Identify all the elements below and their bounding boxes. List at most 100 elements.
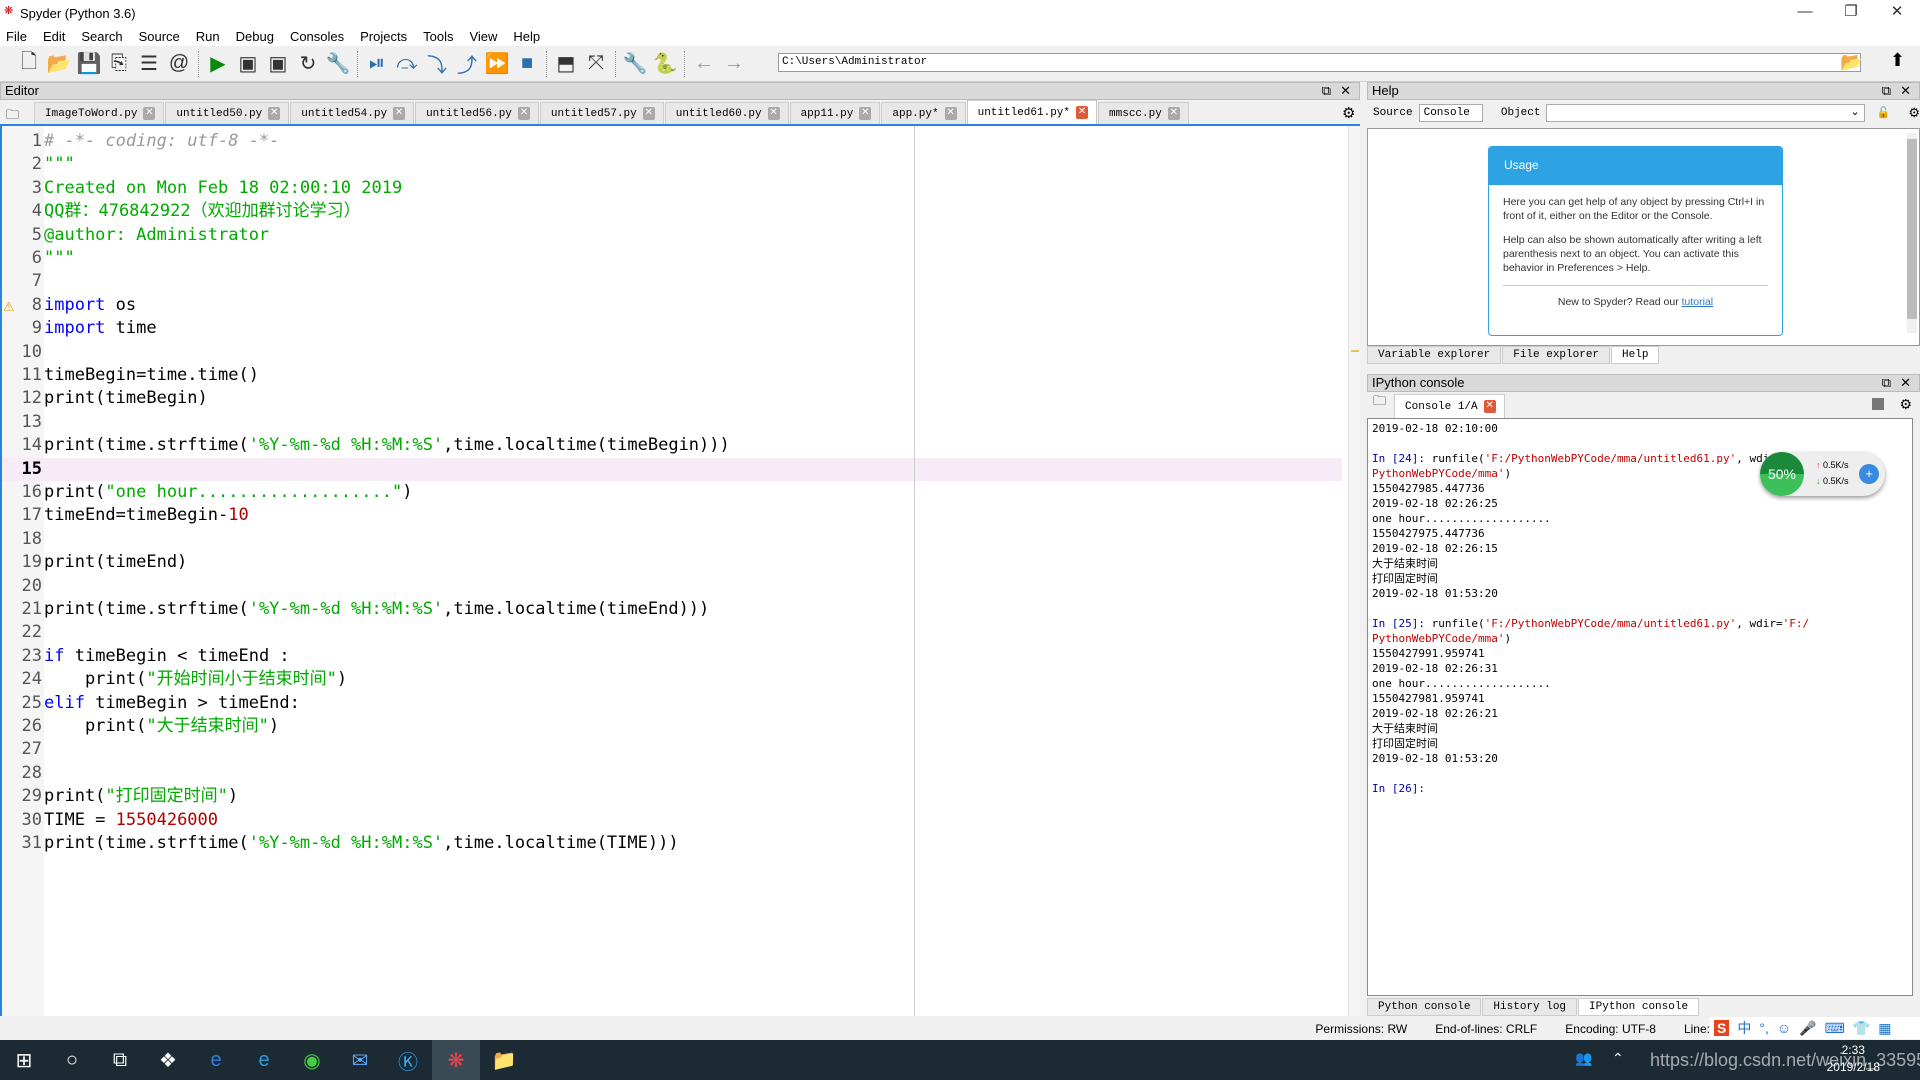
spyder-task-icon[interactable]: ❋ [432, 1040, 480, 1080]
editor-tab[interactable]: untitled50.py ✕ [165, 102, 290, 124]
close-tab-icon[interactable]: ✕ [517, 107, 530, 120]
skin-icon[interactable]: 👕 [1853, 1020, 1870, 1037]
outline-icon[interactable]: ☰ [134, 50, 164, 78]
app-icon[interactable]: ❖ [144, 1040, 192, 1080]
source-select[interactable]: Console ⌄ [1418, 104, 1483, 135]
menu-view[interactable]: View [469, 29, 497, 44]
run-settings-icon[interactable]: 🔧 [323, 50, 353, 78]
close-tab-icon[interactable]: ✕ [859, 107, 872, 120]
editor-tab[interactable]: untitled54.py ✕ [290, 102, 415, 124]
object-input[interactable]: ⌄ [1546, 104, 1865, 122]
help-scrollbar[interactable] [1907, 133, 1917, 333]
close-tab-icon[interactable]: ✕ [944, 107, 957, 120]
punctuation-icon[interactable]: °, [1759, 1020, 1769, 1036]
tab-variable-explorer[interactable]: Variable explorer [1367, 346, 1502, 364]
menu-file[interactable]: File [6, 29, 27, 44]
microphone-icon[interactable]: 🎤 [1799, 1020, 1816, 1037]
menu-edit[interactable]: Edit [43, 29, 65, 44]
run-icon[interactable]: ▶ [203, 50, 233, 78]
editor-tab[interactable]: app.py* ✕ [881, 102, 966, 124]
tab-help[interactable]: Help [1611, 346, 1660, 364]
debug-icon[interactable]: ⏯ [362, 50, 392, 78]
editor-tab[interactable]: untitled60.py ✕ [664, 102, 789, 124]
tab-history-log[interactable]: History log [1482, 998, 1578, 1016]
browse-folder-icon[interactable]: 📂 [1840, 52, 1862, 73]
menu-run[interactable]: Run [196, 29, 220, 44]
people-icon[interactable]: 👥 [1575, 1050, 1592, 1067]
tray-expand-icon[interactable]: ⌃ [1612, 1050, 1624, 1067]
tab-python-console[interactable]: Python console [1367, 998, 1482, 1016]
kugou-icon[interactable]: Ⓚ [384, 1040, 432, 1080]
gear-icon[interactable]: ⚙ [1899, 396, 1912, 413]
close-pane-icon[interactable]: ✕ [1340, 83, 1351, 99]
maximize-pane-icon[interactable]: ⬒ [551, 50, 581, 78]
step-icon[interactable]: ⤼ [392, 50, 422, 78]
menu-tools[interactable]: Tools [423, 29, 453, 44]
close-button[interactable]: ✕ [1874, 0, 1920, 26]
plus-icon[interactable]: + [1859, 464, 1879, 484]
save-icon[interactable]: 💾 [74, 50, 104, 78]
python-path-icon[interactable]: 🐍 [650, 50, 680, 78]
gear-icon[interactable]: ⚙ [1342, 104, 1355, 122]
emoji-icon[interactable]: ☺ [1777, 1020, 1791, 1036]
close-tab-icon[interactable]: ✕ [1483, 400, 1496, 413]
start-button[interactable]: ⊞ [0, 1040, 48, 1080]
editor-tab[interactable]: untitled61.py* ✕ [966, 100, 1098, 124]
run-cell-icon[interactable]: ▣ [233, 50, 263, 78]
menu-search[interactable]: Search [81, 29, 122, 44]
close-tab-icon[interactable]: ✕ [1167, 107, 1180, 120]
open-file-icon[interactable]: 📂 [44, 50, 74, 78]
file-explorer-icon[interactable]: 📁 [480, 1040, 528, 1080]
tab-file-explorer[interactable]: File explorer [1502, 346, 1611, 364]
step-out-icon[interactable]: ⤴ [452, 50, 482, 78]
menu-source[interactable]: Source [139, 29, 180, 44]
menu-projects[interactable]: Projects [360, 29, 407, 44]
at-icon[interactable]: @ [164, 50, 194, 78]
editor-scrollbar[interactable] [1348, 126, 1360, 1016]
task-view-icon[interactable]: ⧉ [96, 1040, 144, 1080]
parent-directory-icon[interactable]: ⬆ [1890, 50, 1905, 71]
warning-icon[interactable]: ⚠ [3, 299, 15, 315]
ime-mode[interactable]: 中 [1737, 1018, 1751, 1038]
ie-icon[interactable]: e [192, 1040, 240, 1080]
grid-icon[interactable]: ▦ [1878, 1020, 1891, 1037]
close-tab-icon[interactable]: ✕ [268, 107, 281, 120]
stop-kernel-icon[interactable] [1872, 398, 1884, 410]
close-tab-icon[interactable]: ✕ [642, 107, 655, 120]
back-icon[interactable]: ← [689, 50, 719, 78]
forward-icon[interactable]: → [719, 50, 749, 78]
run-cell-advance-icon[interactable]: ▣ [263, 50, 293, 78]
editor-tab[interactable]: ImageToWord.py ✕ [34, 102, 165, 124]
editor-tab[interactable]: untitled57.py ✕ [539, 102, 664, 124]
menu-help[interactable]: Help [513, 29, 540, 44]
sogou-icon[interactable]: S [1714, 1020, 1730, 1036]
editor-tab[interactable]: app11.py ✕ [789, 102, 881, 124]
gear-icon[interactable]: ⚙ [1908, 106, 1920, 121]
app-icon[interactable]: ✉ [336, 1040, 384, 1080]
code-editor[interactable]: 1 # -*- coding: utf-8 -*- 2 """ 3 Created on … [0, 126, 1355, 1016]
save-all-icon[interactable]: ⎘ [104, 50, 134, 78]
browser-icon[interactable]: ◉ [288, 1040, 336, 1080]
undock-icon[interactable]: ⧉ [1322, 83, 1331, 99]
undock-icon[interactable]: ⧉ [1882, 375, 1891, 391]
menu-debug[interactable]: Debug [236, 29, 274, 44]
menu-consoles[interactable]: Consoles [290, 29, 344, 44]
tutorial-link[interactable]: tutorial [1682, 296, 1714, 308]
console-tab[interactable]: Console 1/A ✕ [1394, 394, 1505, 418]
close-tab-icon[interactable]: ✕ [767, 107, 780, 120]
close-pane-icon[interactable]: ✕ [1900, 83, 1911, 99]
edge-icon[interactable]: e [240, 1040, 288, 1080]
close-tab-icon[interactable]: ✕ [393, 107, 406, 120]
search-icon[interactable]: ○ [48, 1040, 96, 1080]
fullscreen-icon[interactable]: ⤧ [581, 50, 611, 78]
continue-icon[interactable]: ⏩ [482, 50, 512, 78]
stop-icon[interactable]: ■ [512, 50, 542, 78]
browse-tabs-icon[interactable]: 🗀 [1373, 392, 1386, 414]
ipython-console-output[interactable]: 2019-02-18 02:10:00 In [24]: runfile('F:/… [1367, 418, 1913, 996]
close-tab-icon[interactable]: ✕ [143, 107, 156, 120]
new-file-icon[interactable]: 🗋 [14, 50, 44, 78]
editor-tab[interactable]: untitled56.py ✕ [415, 102, 539, 124]
rerun-icon[interactable]: ↻ [293, 50, 323, 78]
maximize-button[interactable]: ❐ [1828, 0, 1874, 26]
step-into-icon[interactable]: ⤵ [422, 50, 452, 78]
